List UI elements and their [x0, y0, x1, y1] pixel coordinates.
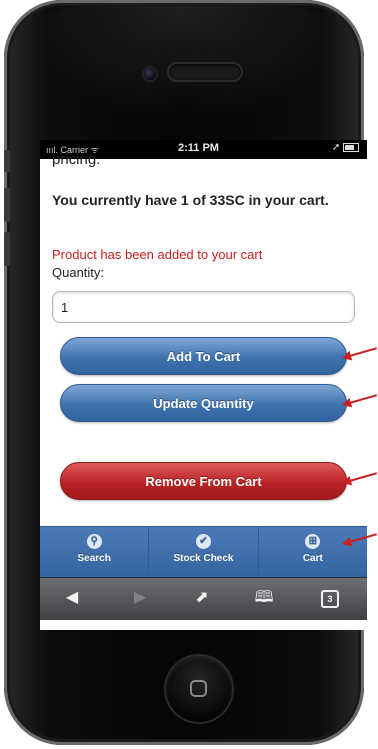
tabs-count: 3	[321, 590, 339, 608]
tab-stock-check[interactable]: ✔ Stock Check	[149, 527, 259, 577]
tabs-icon[interactable]: 3	[318, 588, 342, 608]
grid-icon: ⊞	[305, 534, 321, 549]
added-message: Product has been added to your cart	[52, 247, 263, 262]
quantity-input[interactable]	[52, 291, 355, 323]
volume-up-button	[4, 188, 10, 222]
tab-label: Search	[77, 553, 111, 564]
mute-switch	[4, 150, 10, 172]
tab-bar: ⚲ Search ✔ Stock Check ⊞ Cart	[40, 526, 367, 577]
phone-frame: ıııl. Carrier ᯤ 2:11 PM ➚ pricing. You c…	[4, 0, 367, 745]
home-button[interactable]	[166, 656, 232, 722]
add-to-cart-button[interactable]: Add To Cart	[60, 337, 347, 375]
clipped-text: pricing.	[52, 151, 101, 168]
tab-search[interactable]: ⚲ Search	[40, 527, 150, 577]
back-icon[interactable]: ◀	[60, 588, 84, 608]
home-square-icon	[190, 680, 207, 697]
browser-toolbar: ◀ ▶ ⬈ 🕮 3	[40, 577, 367, 620]
update-quantity-button[interactable]: Update Quantity	[60, 384, 347, 422]
cart-message: You currently have 1 of 33SC in your car…	[52, 192, 329, 208]
phone-screen: ıııl. Carrier ᯤ 2:11 PM ➚ pricing. You c…	[40, 140, 367, 630]
remove-from-cart-button[interactable]: Remove From Cart	[60, 462, 347, 500]
status-time: 2:11 PM	[178, 142, 219, 154]
tab-label: Cart	[302, 553, 323, 564]
battery-icon	[343, 142, 359, 152]
front-camera	[144, 68, 156, 80]
search-icon: ⚲	[86, 534, 102, 549]
check-icon: ✔	[195, 534, 211, 549]
volume-down-button	[4, 232, 10, 266]
share-icon[interactable]: ⬈	[190, 588, 214, 608]
status-right: ➚	[332, 142, 359, 153]
tab-cart[interactable]: ⊞ Cart	[259, 527, 367, 577]
earpiece-speaker	[169, 64, 241, 80]
bookmarks-icon[interactable]: 🕮	[252, 588, 276, 608]
location-icon: ➚	[331, 142, 341, 153]
quantity-label: Quantity:	[52, 265, 105, 280]
forward-icon[interactable]: ▶	[128, 588, 152, 608]
tab-label: Stock Check	[173, 553, 234, 564]
